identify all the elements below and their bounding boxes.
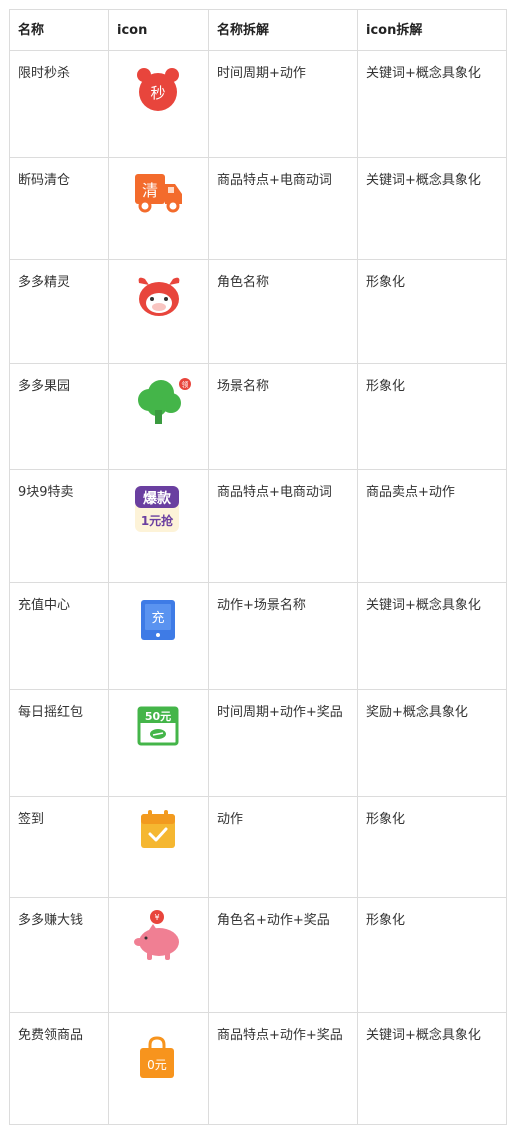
row-icon-breakdown: 关键词+概念具象化 [357, 1012, 507, 1125]
tablet-icon: 充 [141, 600, 175, 640]
header-row: 名称 icon 名称拆解 icon拆解 [9, 9, 507, 51]
table-row: 充值中心 充 动作+场景名称 关键词+概念具象化 [9, 582, 507, 690]
icon-text: 秒 [150, 84, 165, 102]
row-breakdown: 时间周期+动作 [208, 50, 358, 158]
row-name: 多多赚大钱 [9, 897, 109, 1013]
row-breakdown: 角色名称 [208, 259, 358, 364]
row-icon-breakdown: 关键词+概念具象化 [357, 50, 507, 158]
row-icon-breakdown: 形象化 [357, 259, 507, 364]
delivery-truck-icon: 清 [135, 174, 182, 213]
icon-text: 50元 [145, 710, 171, 723]
row-icon-breakdown: 关键词+概念具象化 [357, 582, 507, 690]
row-name: 每日摇红包 [9, 689, 109, 797]
hot-sale-badge-icon: 爆款 1元抢 [135, 486, 179, 532]
table-row: 9块9特卖 爆款 1元抢 商品特点+电商动词 商品卖点+动作 [9, 469, 507, 583]
row-icon-breakdown: 形象化 [357, 796, 507, 898]
tree-icon: 领 [138, 378, 191, 424]
header-name: 名称 [9, 9, 109, 51]
row-icon-cell: 清 [108, 157, 209, 260]
shopping-bag-icon: 0元 [140, 1036, 174, 1078]
calendar-check-icon [141, 810, 175, 848]
table-row: 限时秒杀 秒 时间周期+动作 关键词+概念具象化 [9, 50, 507, 158]
icon-text: ¥ [154, 913, 159, 922]
svg-text:领: 领 [182, 380, 189, 389]
header-icon-breakdown: icon拆解 [357, 9, 507, 51]
row-name: 免费领商品 [9, 1012, 109, 1125]
row-name: 签到 [9, 796, 109, 898]
row-name: 9块9特卖 [9, 469, 109, 583]
row-breakdown: 商品特点+电商动词 [208, 469, 358, 583]
row-breakdown: 商品特点+电商动词 [208, 157, 358, 260]
icon-text-top: 爆款 [143, 490, 172, 507]
row-breakdown: 动作 [208, 796, 358, 898]
row-icon-cell: 充 [108, 582, 209, 690]
cow-mascot-icon [138, 277, 180, 316]
row-name: 充值中心 [9, 582, 109, 690]
row-name: 限时秒杀 [9, 50, 109, 158]
row-name: 多多果园 [9, 363, 109, 470]
row-icon-cell [108, 796, 209, 898]
row-icon-breakdown: 形象化 [357, 363, 507, 470]
row-icon-cell: 0元 [108, 1012, 209, 1125]
alarm-clock-icon: 秒 [137, 68, 179, 111]
header-name-breakdown: 名称拆解 [208, 9, 358, 51]
row-icon-breakdown: 形象化 [357, 897, 507, 1013]
table-row: 签到 动作 形象化 [9, 796, 507, 898]
row-icon-cell [108, 259, 209, 364]
cash-voucher-icon: 50元 [137, 706, 179, 746]
row-icon-breakdown: 奖励+概念具象化 [357, 689, 507, 797]
row-breakdown: 角色名+动作+奖品 [208, 897, 358, 1013]
row-icon-cell: 50元 [108, 689, 209, 797]
table-row: 多多赚大钱 ¥ 角色名+动作+奖品 形象化 [9, 897, 507, 1013]
row-breakdown: 商品特点+动作+奖品 [208, 1012, 358, 1125]
table-row: 多多精灵 角色名称 形象化 [9, 259, 507, 364]
row-name: 断码清仓 [9, 157, 109, 260]
icon-text: 0元 [147, 1058, 167, 1072]
row-icon-cell: 领 [108, 363, 209, 470]
icon-text: 充 [151, 610, 164, 626]
icon-text-bottom: 1元抢 [141, 513, 174, 528]
row-icon-cell: ¥ [108, 897, 209, 1013]
row-icon-cell: 爆款 1元抢 [108, 469, 209, 583]
icon-text: 清 [142, 181, 158, 200]
table-row: 免费领商品 0元 商品特点+动作+奖品 关键词+概念具象化 [9, 1012, 507, 1125]
row-breakdown: 动作+场景名称 [208, 582, 358, 690]
piggy-bank-icon: ¥ [134, 910, 179, 960]
row-name: 多多精灵 [9, 259, 109, 364]
table-row: 断码清仓 清 商品特点+电商动词 关键词+概念具象化 [9, 157, 507, 260]
row-icon-cell: 秒 [108, 50, 209, 158]
row-icon-breakdown: 商品卖点+动作 [357, 469, 507, 583]
header-icon: icon [108, 9, 209, 51]
table-row: 多多果园 领 场景名称 形象化 [9, 363, 507, 470]
row-breakdown: 时间周期+动作+奖品 [208, 689, 358, 797]
table-row: 每日摇红包 50元 时间周期+动作+奖品 奖励+概念具象化 [9, 689, 507, 797]
row-icon-breakdown: 关键词+概念具象化 [357, 157, 507, 260]
icon-naming-table: 名称 icon 名称拆解 icon拆解 限时秒杀 秒 时间周期+动作 关键词+概… [9, 9, 507, 1125]
row-breakdown: 场景名称 [208, 363, 358, 470]
